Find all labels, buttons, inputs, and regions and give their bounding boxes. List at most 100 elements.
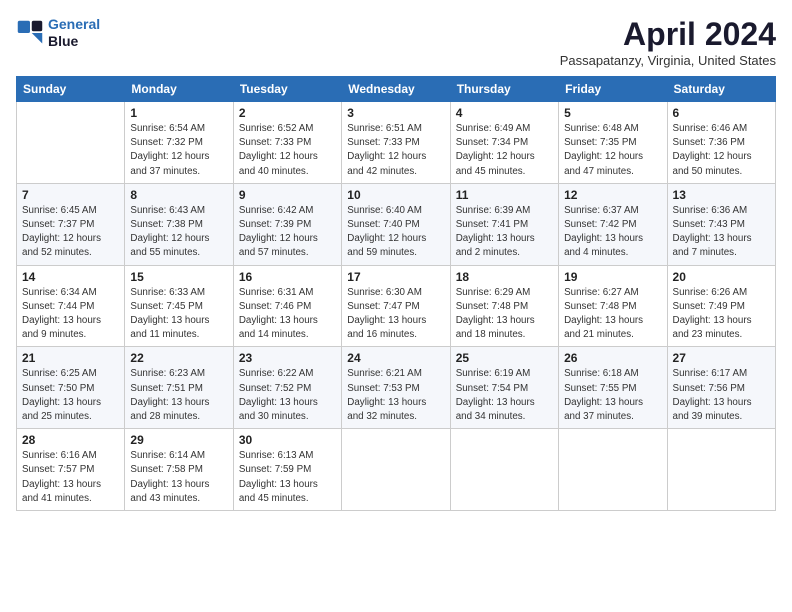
calendar-cell: 25 Sunrise: 6:19 AM Sunset: 7:54 PM Dayli… [450,347,558,429]
day-info: Sunrise: 6:31 AM Sunset: 7:46 PM Dayligh… [239,286,336,343]
calendar-cell: 22Sunrise: 6:23 AM Sunset: 7:51 PM Dayli… [125,347,233,429]
calendar-cell: 23 Sunrise: 6:22 AM Sunset: 7:52 PM Dayli… [233,347,341,429]
calendar-cell: 18 Sunrise: 6:29 AM Sunset: 7:48 PM Dayli… [450,265,558,347]
weekday-header-friday: Friday [559,77,667,102]
calendar-cell: 14Sunrise: 6:34 AM Sunset: 7:44 PM Dayli… [17,265,125,347]
day-number: 4 [456,106,553,120]
day-info: Sunrise: 6:19 AM Sunset: 7:54 PM Dayligh… [456,367,553,424]
day-number: 22 [130,351,227,365]
day-info: Sunrise: 6:17 AM Sunset: 7:56 PM Dayligh… [673,367,770,424]
day-info: Sunrise: 6:18 AM Sunset: 7:55 PM Dayligh… [564,367,661,424]
calendar-cell: 13Sunrise: 6:36 AM Sunset: 7:43 PM Dayli… [667,183,775,265]
calendar-week-4: 21 Sunrise: 6:25 AM Sunset: 7:50 PM Dayli… [17,347,776,429]
calendar-cell: 27 Sunrise: 6:17 AM Sunset: 7:56 PM Dayli… [667,347,775,429]
weekday-header-thursday: Thursday [450,77,558,102]
day-info: Sunrise: 6:54 AM Sunset: 7:32 PM Dayligh… [130,122,227,179]
day-info: Sunrise: 6:13 AM Sunset: 7:59 PM Dayligh… [239,449,336,506]
weekday-header-wednesday: Wednesday [342,77,450,102]
day-info: Sunrise: 6:27 AM Sunset: 7:48 PM Dayligh… [564,286,661,343]
calendar-week-1: 1 Sunrise: 6:54 AM Sunset: 7:32 PM Daylig… [17,102,776,184]
calendar-cell [17,102,125,184]
calendar-week-3: 14Sunrise: 6:34 AM Sunset: 7:44 PM Dayli… [17,265,776,347]
day-number: 21 [22,351,119,365]
calendar-cell: 17 Sunrise: 6:30 AM Sunset: 7:47 PM Dayli… [342,265,450,347]
logo: General Blue [16,16,100,50]
day-info: Sunrise: 6:16 AM Sunset: 7:57 PM Dayligh… [22,449,119,506]
calendar-cell: 8Sunrise: 6:43 AM Sunset: 7:38 PM Daylig… [125,183,233,265]
day-number: 11 [456,188,553,202]
day-info: Sunrise: 6:45 AM Sunset: 7:37 PM Dayligh… [22,204,119,261]
calendar-cell: 1 Sunrise: 6:54 AM Sunset: 7:32 PM Daylig… [125,102,233,184]
title-block: April 2024 Passapatanzy, Virginia, Unite… [560,16,776,68]
day-number: 20 [673,270,770,284]
calendar-cell: 5Sunrise: 6:48 AM Sunset: 7:35 PM Daylig… [559,102,667,184]
day-info: Sunrise: 6:49 AM Sunset: 7:34 PM Dayligh… [456,122,553,179]
day-number: 29 [130,433,227,447]
calendar-cell: 12 Sunrise: 6:37 AM Sunset: 7:42 PM Dayli… [559,183,667,265]
calendar-cell: 20 Sunrise: 6:26 AM Sunset: 7:49 PM Dayli… [667,265,775,347]
calendar-cell: 10 Sunrise: 6:40 AM Sunset: 7:40 PM Dayli… [342,183,450,265]
day-number: 26 [564,351,661,365]
calendar-cell: 7Sunrise: 6:45 AM Sunset: 7:37 PM Daylig… [17,183,125,265]
month-title: April 2024 [560,16,776,53]
day-number: 25 [456,351,553,365]
weekday-header-sunday: Sunday [17,77,125,102]
calendar-cell: 2 Sunrise: 6:52 AM Sunset: 7:33 PM Daylig… [233,102,341,184]
day-info: Sunrise: 6:25 AM Sunset: 7:50 PM Dayligh… [22,367,119,424]
day-info: Sunrise: 6:51 AM Sunset: 7:33 PM Dayligh… [347,122,444,179]
day-number: 10 [347,188,444,202]
day-number: 28 [22,433,119,447]
day-number: 24 [347,351,444,365]
day-info: Sunrise: 6:43 AM Sunset: 7:38 PM Dayligh… [130,204,227,261]
day-number: 30 [239,433,336,447]
day-info: Sunrise: 6:22 AM Sunset: 7:52 PM Dayligh… [239,367,336,424]
day-info: Sunrise: 6:42 AM Sunset: 7:39 PM Dayligh… [239,204,336,261]
calendar-cell: 28 Sunrise: 6:16 AM Sunset: 7:57 PM Dayli… [17,429,125,511]
calendar-body: 1 Sunrise: 6:54 AM Sunset: 7:32 PM Daylig… [17,102,776,511]
day-info: Sunrise: 6:21 AM Sunset: 7:53 PM Dayligh… [347,367,444,424]
calendar-cell: 26 Sunrise: 6:18 AM Sunset: 7:55 PM Dayli… [559,347,667,429]
day-info: Sunrise: 6:33 AM Sunset: 7:45 PM Dayligh… [130,286,227,343]
day-number: 17 [347,270,444,284]
day-info: Sunrise: 6:34 AM Sunset: 7:44 PM Dayligh… [22,286,119,343]
day-number: 18 [456,270,553,284]
day-number: 2 [239,106,336,120]
day-number: 12 [564,188,661,202]
calendar-cell: 4 Sunrise: 6:49 AM Sunset: 7:34 PM Daylig… [450,102,558,184]
calendar-cell: 19Sunrise: 6:27 AM Sunset: 7:48 PM Dayli… [559,265,667,347]
day-number: 1 [130,106,227,120]
day-number: 9 [239,188,336,202]
calendar-cell: 16Sunrise: 6:31 AM Sunset: 7:46 PM Dayli… [233,265,341,347]
calendar-cell: 9 Sunrise: 6:42 AM Sunset: 7:39 PM Daylig… [233,183,341,265]
calendar-cell: 21 Sunrise: 6:25 AM Sunset: 7:50 PM Dayli… [17,347,125,429]
day-info: Sunrise: 6:40 AM Sunset: 7:40 PM Dayligh… [347,204,444,261]
day-info: Sunrise: 6:14 AM Sunset: 7:58 PM Dayligh… [130,449,227,506]
day-number: 23 [239,351,336,365]
day-info: Sunrise: 6:26 AM Sunset: 7:49 PM Dayligh… [673,286,770,343]
weekday-header-row: SundayMondayTuesdayWednesdayThursdayFrid… [17,77,776,102]
logo-icon [16,19,44,47]
day-info: Sunrise: 6:39 AM Sunset: 7:41 PM Dayligh… [456,204,553,261]
day-info: Sunrise: 6:29 AM Sunset: 7:48 PM Dayligh… [456,286,553,343]
calendar-cell: 24 Sunrise: 6:21 AM Sunset: 7:53 PM Dayli… [342,347,450,429]
day-info: Sunrise: 6:37 AM Sunset: 7:42 PM Dayligh… [564,204,661,261]
logo-line2: Blue [48,33,100,50]
day-info: Sunrise: 6:52 AM Sunset: 7:33 PM Dayligh… [239,122,336,179]
day-number: 6 [673,106,770,120]
day-info: Sunrise: 6:36 AM Sunset: 7:43 PM Dayligh… [673,204,770,261]
calendar-cell [559,429,667,511]
day-info: Sunrise: 6:46 AM Sunset: 7:36 PM Dayligh… [673,122,770,179]
calendar-cell: 11 Sunrise: 6:39 AM Sunset: 7:41 PM Dayli… [450,183,558,265]
calendar-cell: 3 Sunrise: 6:51 AM Sunset: 7:33 PM Daylig… [342,102,450,184]
calendar-table: SundayMondayTuesdayWednesdayThursdayFrid… [16,76,776,511]
page-header: General Blue April 2024 Passapatanzy, Vi… [16,16,776,68]
calendar-week-5: 28 Sunrise: 6:16 AM Sunset: 7:57 PM Dayli… [17,429,776,511]
logo-line1: General [48,16,100,32]
day-info: Sunrise: 6:48 AM Sunset: 7:35 PM Dayligh… [564,122,661,179]
day-number: 3 [347,106,444,120]
calendar-cell [667,429,775,511]
day-number: 27 [673,351,770,365]
day-info: Sunrise: 6:30 AM Sunset: 7:47 PM Dayligh… [347,286,444,343]
calendar-cell [342,429,450,511]
calendar-cell: 29 Sunrise: 6:14 AM Sunset: 7:58 PM Dayli… [125,429,233,511]
